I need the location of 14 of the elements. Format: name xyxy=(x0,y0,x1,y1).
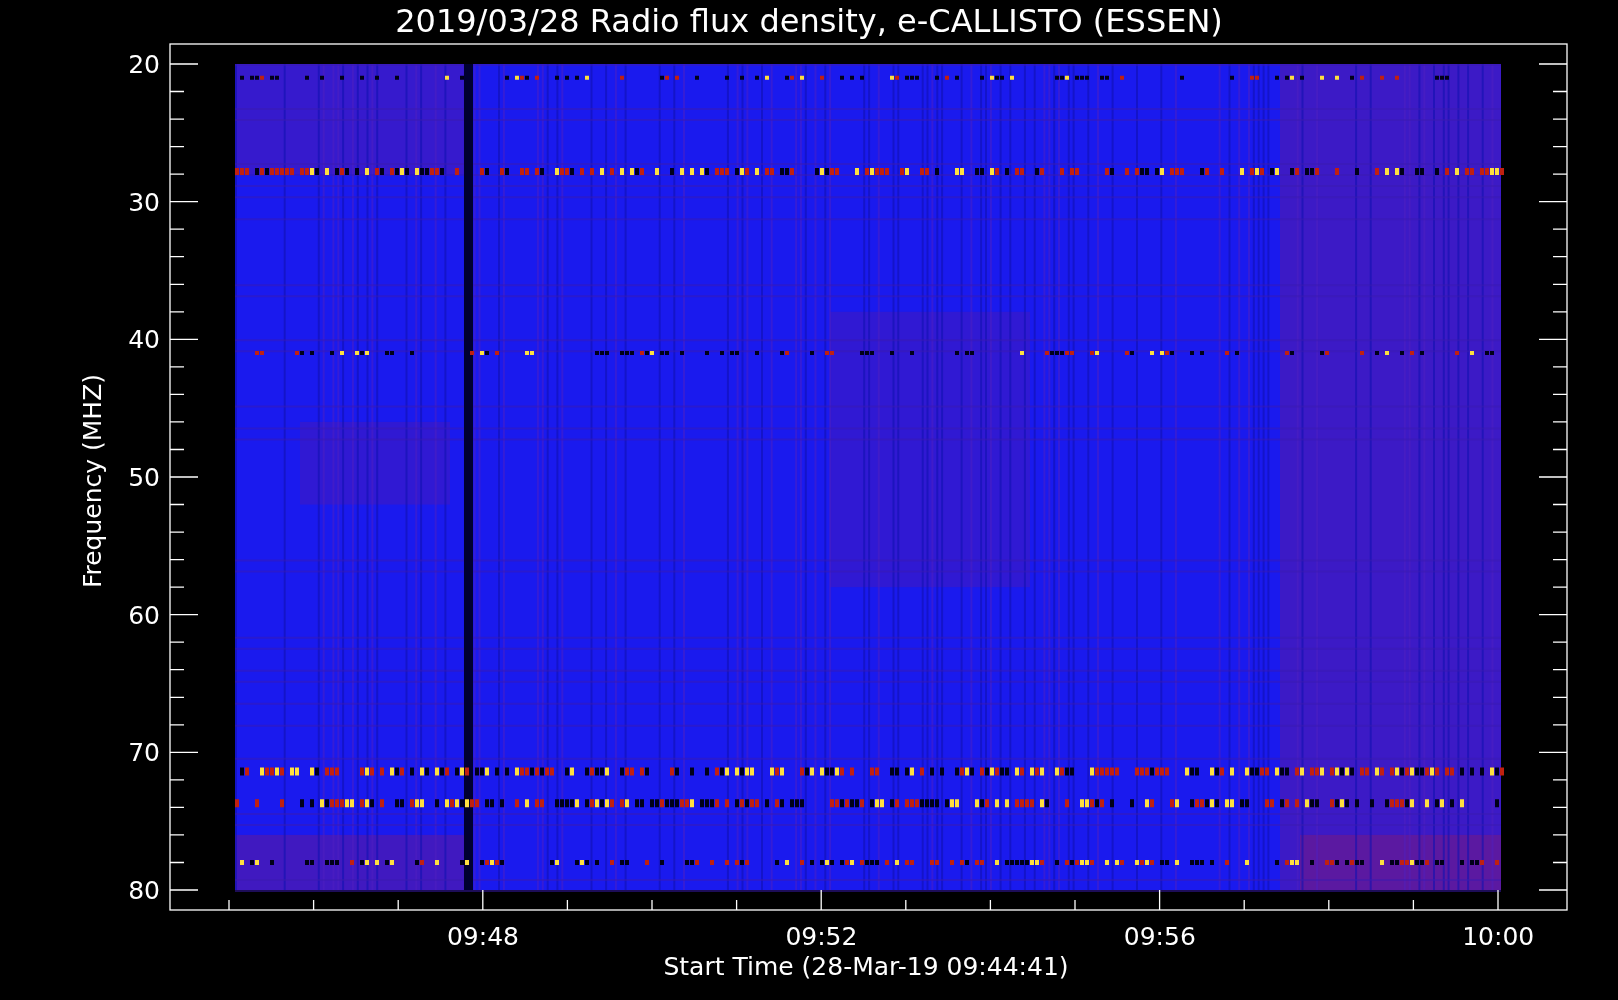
y-tick-label: 20 xyxy=(128,50,160,79)
y-tick-label: 60 xyxy=(128,600,160,630)
y-tick-label: 80 xyxy=(128,876,160,905)
x-tick-label: 09:56 xyxy=(1123,922,1196,951)
y-axis-title: Frequency (MHZ) xyxy=(78,373,107,589)
x-axis-title: Start Time (28-Mar-19 09:44:41) xyxy=(663,952,1069,981)
y-tick-label: 30 xyxy=(128,187,160,217)
y-tick-label: 50 xyxy=(128,463,160,492)
chart-title: 2019/03/28 Radio flux density, e-CALLISTO (ESSEN) xyxy=(395,2,1223,40)
y-tick-label: 40 xyxy=(128,325,160,355)
x-tick-label: 10:00 xyxy=(1462,922,1535,951)
x-tick-label: 09:48 xyxy=(447,922,519,951)
x-tick-label: 09:52 xyxy=(785,922,858,951)
y-tick-label: 70 xyxy=(128,738,160,768)
